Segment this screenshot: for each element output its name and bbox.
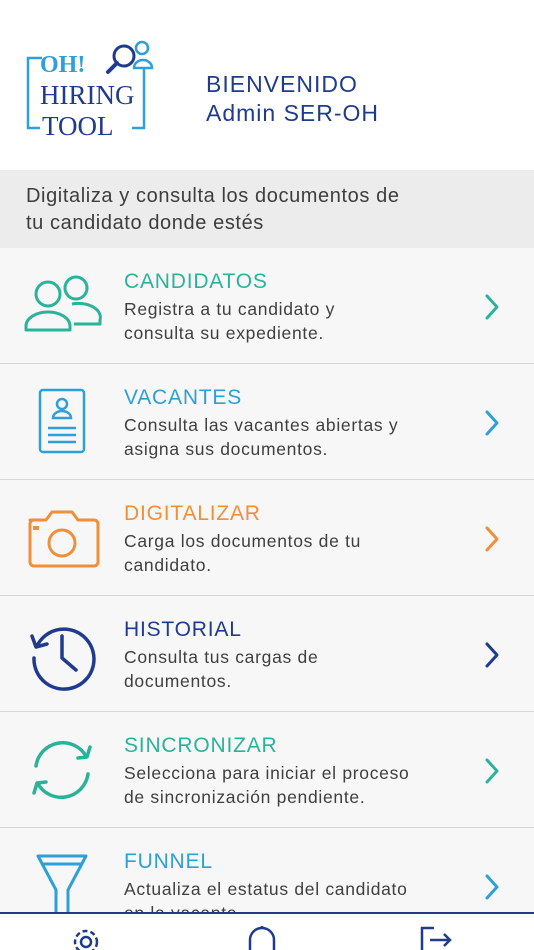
description-line: Consulta tus cargas de [124,647,319,667]
menu-item-sincronizar[interactable]: SINCRONIZAR Selecciona para iniciar el p… [0,712,534,828]
description-line: Registra a tu candidato y [124,299,336,319]
description-line: Selecciona para iniciar el proceso [124,763,410,783]
user-name: Admin SER-OH [206,100,380,126]
logout-icon[interactable] [418,924,454,950]
menu-item-title: CANDIDATOS [124,270,268,293]
notification-bell-icon[interactable] [244,924,280,950]
menu-item-digitalizar[interactable]: DIGITALIZAR Carga los documentos de tu c… [0,480,534,596]
intro-banner: Digitaliza y consulta los documentos de … [0,170,534,248]
users-icon [24,275,102,332]
history-clock-icon [30,627,96,691]
chevron-right-icon [485,758,499,784]
description-line: Consulta las vacantes abiertas y [124,415,399,435]
menu-item-historial[interactable]: HISTORIAL Consulta tus cargas de documen… [0,596,534,712]
menu-item-title: SINCRONIZAR [124,734,278,757]
header: OH! HIRING TOOL BIENVENIDO Admin SER-OH [0,0,534,170]
menu-item-description: Registra a tu candidato y consulta su ex… [124,297,474,345]
bottom-tab-bar [0,912,534,950]
description-line: Actualiza el estatus del candidato [124,879,408,899]
chevron-right-icon [485,874,499,900]
camera-icon [28,510,100,568]
description-line: documentos. [124,671,232,691]
logo-line-oh: OH! [40,52,85,78]
intro-text-line1: Digitaliza y consulta los documentos de [26,185,400,207]
logo-line-hiring: HIRING [40,80,135,110]
logo-line-tool: TOOL [42,111,114,140]
menu-item-description: Selecciona para iniciar el proceso de si… [124,761,474,809]
description-line: Carga los documentos de tu [124,531,362,551]
menu-item-title: DIGITALIZAR [124,502,261,525]
settings-gear-icon[interactable] [68,924,104,950]
description-line: consulta su expediente. [124,323,324,343]
menu-item-title: HISTORIAL [124,618,242,641]
menu-item-vacantes[interactable]: VACANTES Consulta las vacantes abiertas … [0,364,534,480]
menu-item-description: Consulta tus cargas de documentos. [124,645,474,693]
description-line: candidato. [124,555,212,575]
oh-hiring-tool-logo: OH! HIRING TOOL [26,40,154,140]
welcome-title: BIENVENIDO [206,71,358,97]
id-card-icon [38,388,86,454]
menu-item-title: VACANTES [124,386,243,409]
chevron-right-icon [485,526,499,552]
menu-item-description: Carga los documentos de tu candidato. [124,529,474,577]
description-line: asigna sus documentos. [124,439,329,459]
funnel-icon [36,854,88,913]
menu-item-candidatos[interactable]: CANDIDATOS Registra a tu candidato y con… [0,248,534,364]
intro-text-line2: tu candidato donde estés [26,212,264,234]
chevron-right-icon [485,294,499,320]
welcome-block: BIENVENIDO Admin SER-OH [206,70,379,128]
chevron-right-icon [485,410,499,436]
menu-item-funnel[interactable]: FUNNEL Actualiza el estatus del candidat… [0,828,534,913]
menu-item-description: Consulta las vacantes abiertas y asigna … [124,413,474,461]
chevron-right-icon [485,642,499,668]
sync-icon [32,740,92,800]
menu-item-title: FUNNEL [124,850,213,873]
main-menu: CANDIDATOS Registra a tu candidato y con… [0,248,534,913]
menu-item-description: Actualiza el estatus del candidato en la… [124,877,474,913]
description-line: de sincronización pendiente. [124,787,366,807]
